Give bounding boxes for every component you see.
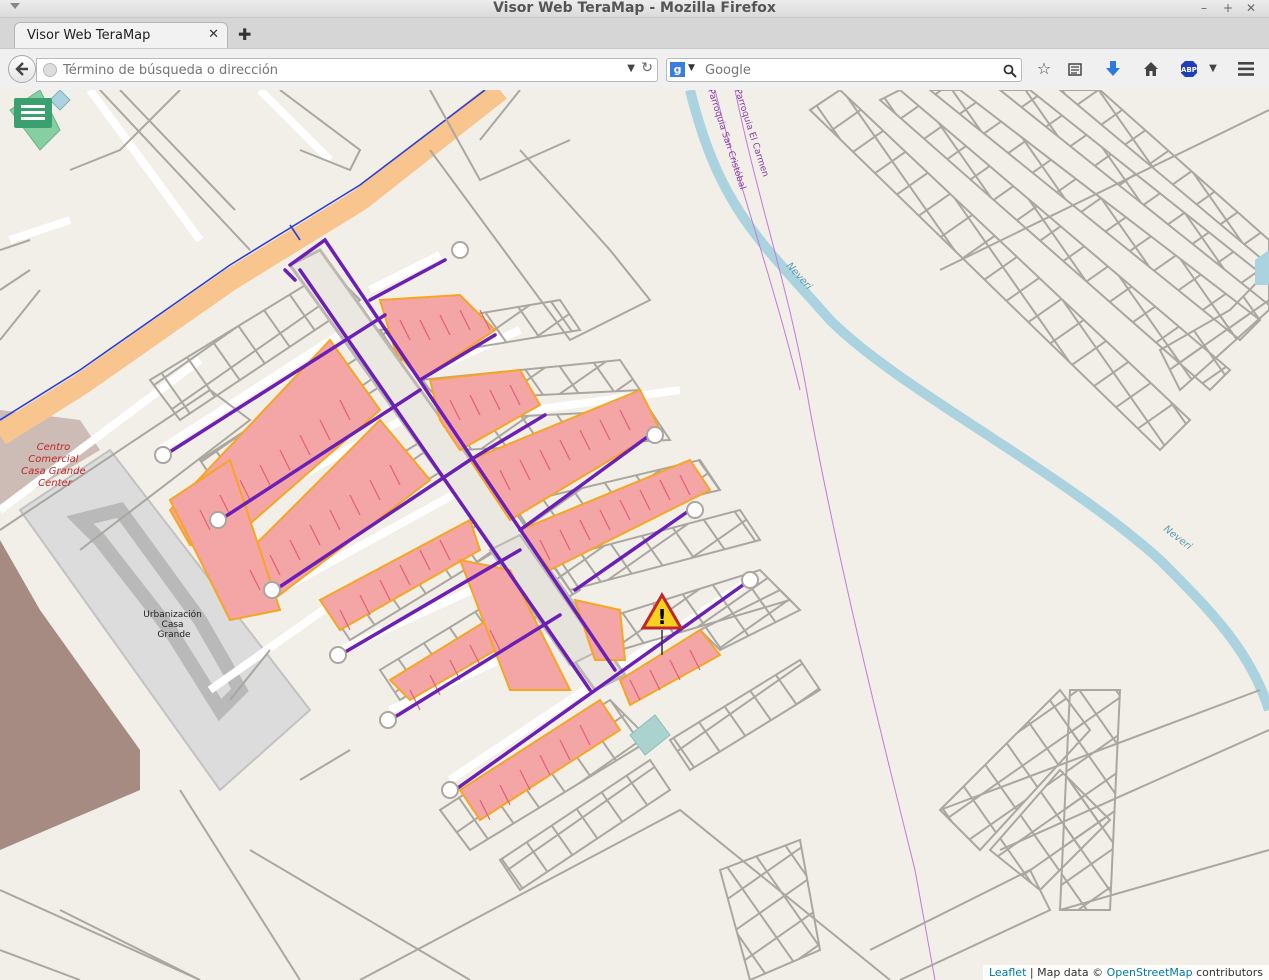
svg-text:!: ! — [657, 605, 666, 629]
attribution-contributors: contributors — [1192, 966, 1263, 979]
tab-label: Visor Web TeraMap — [27, 28, 151, 43]
navigation-toolbar: ▼ ↻ g ▼ ☆ ABP ▼ — [0, 48, 1269, 91]
river-label-2: Neveri — [1161, 524, 1194, 553]
admin-boundary — [734, 90, 936, 980]
url-input[interactable] — [61, 60, 605, 80]
reading-list-icon[interactable] — [1065, 59, 1085, 79]
search-input[interactable] — [703, 60, 997, 80]
minimize-icon[interactable]: – — [1201, 0, 1207, 17]
maximize-icon[interactable]: + — [1223, 0, 1233, 17]
search-bar[interactable]: g ▼ — [666, 58, 1022, 82]
attribution-separator: | Map data © — [1026, 966, 1107, 979]
map-menu-button[interactable] — [14, 98, 52, 128]
leaflet-link[interactable]: Leaflet — [989, 966, 1026, 979]
tab-strip: Visor Web TeraMap ✕ ✚ — [0, 18, 1269, 49]
home-icon[interactable] — [1141, 59, 1161, 79]
small-pool — [49, 90, 71, 111]
url-bar[interactable]: ▼ ↻ — [36, 58, 658, 82]
search-icon[interactable] — [1003, 60, 1017, 82]
back-arrow-icon — [15, 62, 28, 76]
reload-icon[interactable]: ↻ — [641, 60, 653, 76]
tab-teramap[interactable]: Visor Web TeraMap ✕ — [14, 22, 228, 49]
downloads-icon[interactable] — [1103, 59, 1123, 79]
close-window-icon[interactable]: ✕ — [1246, 0, 1256, 17]
abp-dropdown-icon[interactable]: ▼ — [1203, 59, 1223, 79]
bookmark-star-icon[interactable]: ☆ — [1034, 59, 1054, 79]
engine-dropdown-icon[interactable]: ▼ — [688, 63, 695, 73]
osm-link[interactable]: OpenStreetMap — [1107, 966, 1193, 979]
url-dropdown-icon[interactable]: ▼ — [627, 63, 635, 74]
browser-window: Visor Web TeraMap - Mozilla Firefox – + … — [0, 0, 1269, 980]
back-button[interactable] — [8, 55, 36, 83]
map-canvas[interactable]: ! Centro Comercial Casa Grande Center Ur… — [0, 90, 1269, 980]
window-title: Visor Web TeraMap - Mozilla Firefox — [493, 0, 776, 16]
map-layer[interactable]: ! Centro Comercial Casa Grande Center Ur… — [0, 90, 1269, 980]
svg-text:ABP: ABP — [1181, 66, 1197, 74]
tab-close-icon[interactable]: ✕ — [208, 27, 219, 42]
identity-icon[interactable] — [43, 63, 57, 77]
open-menu-icon[interactable] — [1236, 59, 1256, 79]
title-bar: Visor Web TeraMap - Mozilla Firefox – + … — [0, 0, 1269, 18]
new-tab-icon[interactable]: ✚ — [238, 25, 251, 44]
map-attribution: Leaflet | Map data © OpenStreetMap contr… — [982, 965, 1269, 980]
abp-icon[interactable]: ABP — [1179, 59, 1199, 79]
google-icon[interactable]: g — [670, 62, 685, 77]
